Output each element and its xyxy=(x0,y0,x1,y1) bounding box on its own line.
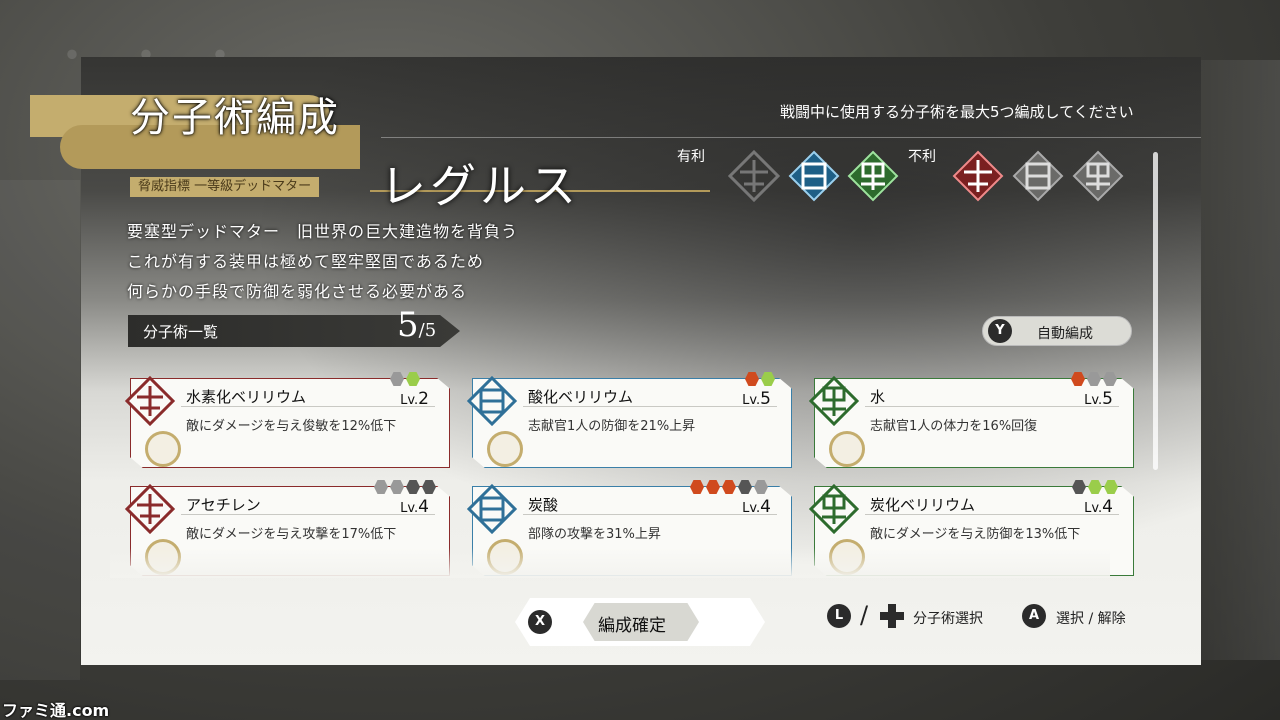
skill-effect: 志献官1人の防御を21%上昇 xyxy=(528,419,696,434)
skill-card[interactable]: 酸化ベリリウム Lv.5 志献官1人の防御を21%上昇 xyxy=(472,378,792,468)
header-divider xyxy=(381,137,1201,138)
enemy-description-line: 要塞型デッドマター 旧世界の巨大建造物を背負う xyxy=(127,222,519,241)
selected-check-icon xyxy=(145,431,181,467)
level-prefix: Lv. xyxy=(742,393,761,408)
skill-name: 水素化ベリリウム xyxy=(186,388,307,406)
separator-slash: / xyxy=(860,601,869,629)
red-element-icon xyxy=(125,484,175,534)
selected-check-icon xyxy=(487,431,523,467)
hex-icon xyxy=(1071,372,1085,386)
l-stick-icon: L xyxy=(827,604,851,628)
skill-level: Lv.5 xyxy=(742,389,771,409)
disadvantage-label: 不利 xyxy=(908,149,936,165)
count-current: 5 xyxy=(397,305,419,345)
skill-name: 酸化ベリリウム xyxy=(528,388,634,406)
level-prefix: Lv. xyxy=(1084,501,1103,516)
affinity-blue-faded-icon xyxy=(1012,150,1064,202)
skill-name: 水 xyxy=(870,388,886,406)
skill-effect: 部隊の攻撃を31%上昇 xyxy=(528,527,661,542)
hex-icon xyxy=(745,372,759,386)
hex-icon xyxy=(761,372,775,386)
scrollbar-thumb[interactable] xyxy=(1153,152,1158,470)
hex-icon xyxy=(1087,372,1101,386)
background-right-panel xyxy=(1200,60,1280,660)
skill-effect: 敵にダメージを与え攻撃を17%低下 xyxy=(186,527,397,542)
hex-icon xyxy=(690,480,704,494)
page-title: 分子術編成 xyxy=(130,95,340,141)
skill-effect: 敵にダメージを与え防御を13%低下 xyxy=(870,527,1081,542)
skill-level: Lv.4 xyxy=(1084,497,1113,517)
skill-effect: 敵にダメージを与え俊敏を12%低下 xyxy=(186,419,397,434)
card-divider xyxy=(523,514,777,515)
level-prefix: Lv. xyxy=(742,501,761,516)
hex-icon xyxy=(738,480,752,494)
level-value: 4 xyxy=(760,497,771,517)
element-composition xyxy=(1072,480,1270,494)
skill-list-title: 分子術一覧 xyxy=(143,323,219,341)
hex-icon xyxy=(406,480,420,494)
level-prefix: Lv. xyxy=(1084,393,1103,408)
element-composition xyxy=(1071,372,1270,386)
hex-icon xyxy=(1072,480,1086,494)
affinity-blue-icon xyxy=(788,150,840,202)
red-element-icon xyxy=(125,376,175,426)
auto-formation-label: 自動編成 xyxy=(1037,326,1093,342)
background-left-panel xyxy=(0,180,80,680)
level-value: 5 xyxy=(760,389,771,409)
list-scrollbar[interactable] xyxy=(1153,152,1158,470)
skill-level: Lv.5 xyxy=(1084,389,1113,409)
skill-name: アセチレン xyxy=(186,496,261,514)
select-toggle-label: 選択 / 解除 xyxy=(1056,611,1126,627)
affinity-red-icon xyxy=(952,150,1004,202)
hex-icon xyxy=(1104,480,1118,494)
instruction-text: 戦闘中に使用する分子術を最大5つ編成してください xyxy=(780,103,1134,121)
skill-level: Lv.4 xyxy=(742,497,771,517)
affinity-green-faded-icon xyxy=(1072,150,1124,202)
level-prefix: Lv. xyxy=(400,393,419,408)
enemy-name: レグルス xyxy=(380,159,580,213)
hex-icon xyxy=(1088,480,1102,494)
hex-icon xyxy=(1103,372,1117,386)
count-max: /5 xyxy=(418,320,437,341)
hex-icon xyxy=(722,480,736,494)
selected-check-icon xyxy=(829,431,865,467)
level-value: 5 xyxy=(1102,389,1113,409)
hex-icon xyxy=(390,480,404,494)
skill-level: Lv.4 xyxy=(400,497,429,517)
watermark: ファミ通.com xyxy=(2,701,110,720)
card-divider xyxy=(865,406,1119,407)
level-prefix: Lv. xyxy=(400,501,419,516)
list-fade-overlay xyxy=(110,548,1110,578)
skill-effect: 志献官1人の体力を16%回復 xyxy=(870,419,1038,434)
advantage-label: 有利 xyxy=(677,149,705,165)
hex-icon xyxy=(406,372,420,386)
confirm-formation-label: 編成確定 xyxy=(598,616,666,636)
skill-level: Lv.2 xyxy=(400,389,429,409)
threat-classification: 脅威指標 一等級デッドマター xyxy=(130,177,320,197)
y-button-icon: Y xyxy=(988,319,1012,343)
skill-card[interactable]: 水 Lv.5 志献官1人の体力を16%回復 xyxy=(814,378,1134,468)
level-value: 4 xyxy=(418,497,429,517)
skill-card[interactable]: 水素化ベリリウム Lv.2 敵にダメージを与え俊敏を12%低下 xyxy=(130,378,450,468)
level-value: 2 xyxy=(418,389,429,409)
auto-formation-button[interactable]: Y 自動編成 xyxy=(982,316,1132,346)
hex-icon xyxy=(390,372,404,386)
x-button-icon: X xyxy=(528,610,552,634)
enemy-description-line: これが有する装甲は極めて堅牢堅固であるため xyxy=(127,252,484,271)
dpad-icon xyxy=(880,604,904,628)
a-button-icon: A xyxy=(1022,604,1046,628)
enemy-description-line: 何らかの手段で防御を弱化させる必要がある xyxy=(127,282,468,301)
skill-select-label: 分子術選択 xyxy=(913,611,983,627)
hex-icon xyxy=(706,480,720,494)
affinity-green-icon xyxy=(847,150,899,202)
hex-icon xyxy=(374,480,388,494)
skill-name: 炭化ベリリウム xyxy=(870,496,976,514)
level-value: 4 xyxy=(1102,497,1113,517)
hex-icon xyxy=(422,480,436,494)
skill-name: 炭酸 xyxy=(528,496,559,514)
hex-icon xyxy=(754,480,768,494)
affinity-red-faded-icon xyxy=(728,150,780,202)
selected-count: 5/5 xyxy=(397,305,436,345)
